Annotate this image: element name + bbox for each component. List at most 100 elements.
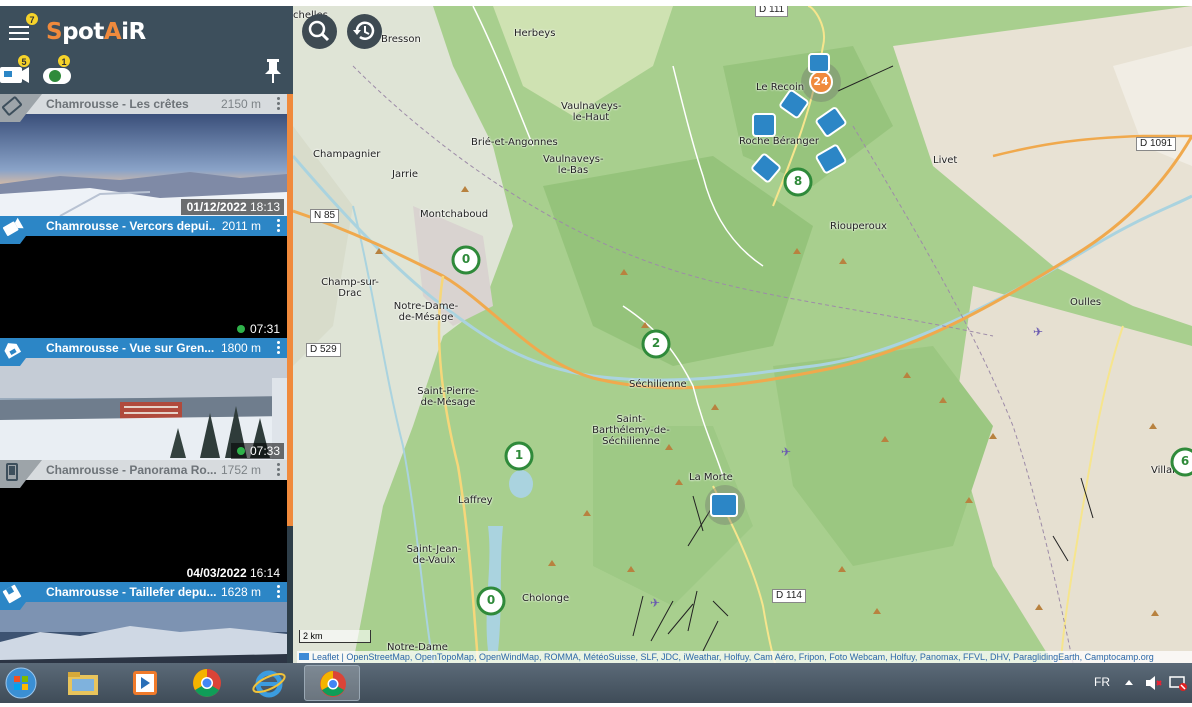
webcam-card[interactable]: Chamrousse - Vercors depui... 2011 m 07:… xyxy=(0,216,287,338)
map-place-label: Roche Béranger xyxy=(739,136,819,147)
webcam-title: Chamrousse - Vue sur Gren... xyxy=(46,341,215,355)
panorama-webcam-icon xyxy=(0,338,42,366)
map-place-label: Le Recoin xyxy=(756,82,805,93)
map-place-label: Séchilienne xyxy=(629,379,687,390)
road-label: D 114 xyxy=(772,589,806,603)
webcam-timestamp: 07:31 xyxy=(230,321,284,337)
cluster-count[interactable]: 0 xyxy=(460,253,472,265)
network-icon[interactable] xyxy=(1168,675,1188,691)
cluster-count[interactable]: 0 xyxy=(485,594,497,606)
webcam-card[interactable]: Chamrousse - Panorama Ro... 1752 m 04/03… xyxy=(0,460,287,582)
webcam-altitude: 2011 m xyxy=(221,219,261,233)
windows-logo-icon xyxy=(5,667,37,699)
map-attribution: Leaflet | OpenStreetMap, OpenTopoMap, Op… xyxy=(297,651,1192,663)
chrome-icon xyxy=(320,671,346,697)
map-place-label: Brié-et-Angonnes xyxy=(471,137,558,148)
road-label: N 85 xyxy=(310,209,340,223)
active-chrome-window[interactable] xyxy=(304,665,360,701)
tray-overflow-icon[interactable] xyxy=(1124,678,1134,688)
webcam-card[interactable]: Chamrousse - Vue sur Gren... 1800 m 07:3… xyxy=(0,338,287,460)
map-place-label: Notre-Dame-de-Mésage xyxy=(393,301,459,323)
webcam-thumbnail[interactable] xyxy=(0,602,287,663)
spotair-app: 7 SpotAiR 5 1 Chamrousse - Les crêtes 21… xyxy=(0,6,1192,663)
menu-icon[interactable] xyxy=(9,26,29,40)
webcam-title: Chamrousse - Taillefer depu... xyxy=(46,585,216,599)
map-search-button[interactable] xyxy=(302,14,337,49)
cluster-count[interactable]: 1 xyxy=(513,449,525,461)
webcam-card-header: Chamrousse - Taillefer depu... 1628 m xyxy=(0,582,287,610)
start-button[interactable] xyxy=(2,667,40,699)
more-options-icon[interactable] xyxy=(275,340,281,356)
map-place-label: Riouperoux xyxy=(830,221,887,232)
webcam-card[interactable]: Chamrousse - Les crêtes 2150 m 01/12/202… xyxy=(0,94,287,216)
map-place-label: Herbeys xyxy=(514,28,556,39)
map-place-label: Cholonge xyxy=(522,593,570,604)
live-status-icon xyxy=(236,325,245,333)
road-label: D 529 xyxy=(306,343,341,357)
more-options-icon[interactable] xyxy=(275,462,281,478)
webcam-altitude: 2150 m xyxy=(220,97,261,111)
map-place-label: Montchaboud xyxy=(420,209,489,220)
menu-badge: 7 xyxy=(25,12,39,26)
map-place-label: Villard xyxy=(1151,465,1183,476)
sidebar-header: 7 SpotAiR 5 1 xyxy=(0,6,293,94)
cluster-count[interactable]: 24 xyxy=(813,76,829,87)
cluster-count[interactable]: 6 xyxy=(1179,455,1191,467)
webcam-card[interactable]: Chamrousse - Taillefer depu... 1628 m xyxy=(0,582,287,663)
map-place-label: Laffrey xyxy=(458,495,493,506)
webcam-timestamp: 04/03/2022 16:14 xyxy=(180,565,284,581)
webcam-card-header: Chamrousse - Panorama Ro... 1752 m xyxy=(0,460,287,488)
toggle-filter-badge: 1 xyxy=(57,54,71,68)
more-options-icon[interactable] xyxy=(275,218,281,234)
cluster-count[interactable]: 2 xyxy=(650,337,662,349)
webcam-card-header: Chamrousse - Vue sur Gren... 1800 m xyxy=(0,338,287,366)
webcam-filter-badge: 5 xyxy=(17,54,31,68)
webcam-card-header: Chamrousse - Vercors depui... 2011 m xyxy=(0,216,287,244)
map-place-label: Saint-Jean-de-Vaulx xyxy=(406,544,462,566)
map-place-label: Vaulnaveys-le-Bas xyxy=(543,154,604,176)
more-options-icon[interactable] xyxy=(275,584,281,600)
webcam-timestamp: 01/12/2022 18:13 xyxy=(180,199,284,215)
app-logo: SpotAiR xyxy=(46,19,146,45)
map-place-label: Vaulnaveys-le-Haut xyxy=(561,101,622,123)
webcam-altitude: 1628 m xyxy=(220,585,261,599)
road-label: D 111 xyxy=(755,6,789,17)
cluster-count[interactable]: 8 xyxy=(792,175,804,187)
windows-taskbar: FR xyxy=(0,663,1192,703)
search-icon xyxy=(308,20,330,42)
fixed-webcam-icon xyxy=(0,94,42,122)
webcam-title: Chamrousse - Panorama Ro... xyxy=(46,463,216,477)
webcam-card-header: Chamrousse - Les crêtes 2150 m xyxy=(0,94,287,122)
map-scale: 2 km xyxy=(299,630,371,643)
webcam-timestamp: 07:33 xyxy=(230,443,284,459)
sidebar: 7 SpotAiR 5 1 Chamrousse - Les crêtes 21… xyxy=(0,6,293,663)
media-player-icon[interactable] xyxy=(126,667,164,699)
webcam-list[interactable]: Chamrousse - Les crêtes 2150 m 01/12/202… xyxy=(0,94,287,663)
chrome-icon[interactable] xyxy=(188,667,226,699)
svg-text:✈: ✈ xyxy=(650,596,660,610)
more-options-icon[interactable] xyxy=(275,96,281,112)
fixed-webcam-icon xyxy=(0,582,42,610)
map-history-button[interactable] xyxy=(347,14,382,49)
file-explorer-icon[interactable] xyxy=(64,667,102,699)
webcam-icon xyxy=(0,216,42,244)
map-place-label: La Morte xyxy=(689,472,733,483)
internet-explorer-icon[interactable] xyxy=(250,667,288,699)
map-place-label: Jarrie xyxy=(392,169,419,180)
road-label: D 1091 xyxy=(1136,137,1177,151)
webcam-altitude: 1800 m xyxy=(220,341,261,355)
map-place-label: Champagnier xyxy=(313,149,381,160)
volume-icon[interactable] xyxy=(1144,675,1162,691)
map-place-label: Oulles xyxy=(1070,297,1102,308)
pin-icon[interactable] xyxy=(262,58,284,84)
language-indicator[interactable]: FR xyxy=(1094,675,1110,689)
webcam-title: Chamrousse - Vercors depui... xyxy=(46,219,216,233)
map-place-label: Saint-Pierre-de-Mésage xyxy=(417,386,479,408)
live-status-icon xyxy=(236,447,245,455)
webcam-altitude: 1752 m xyxy=(220,463,261,477)
svg-text:✈: ✈ xyxy=(1033,325,1043,339)
map-view[interactable]: ✈ ✈ ✈ chelles Bresson Herbeys Vaulnaveys… xyxy=(293,6,1192,663)
webcam-title: Chamrousse - Les crêtes xyxy=(46,97,189,111)
leaflet-flag-icon xyxy=(299,653,309,660)
map-place-label: Bresson xyxy=(381,34,421,45)
